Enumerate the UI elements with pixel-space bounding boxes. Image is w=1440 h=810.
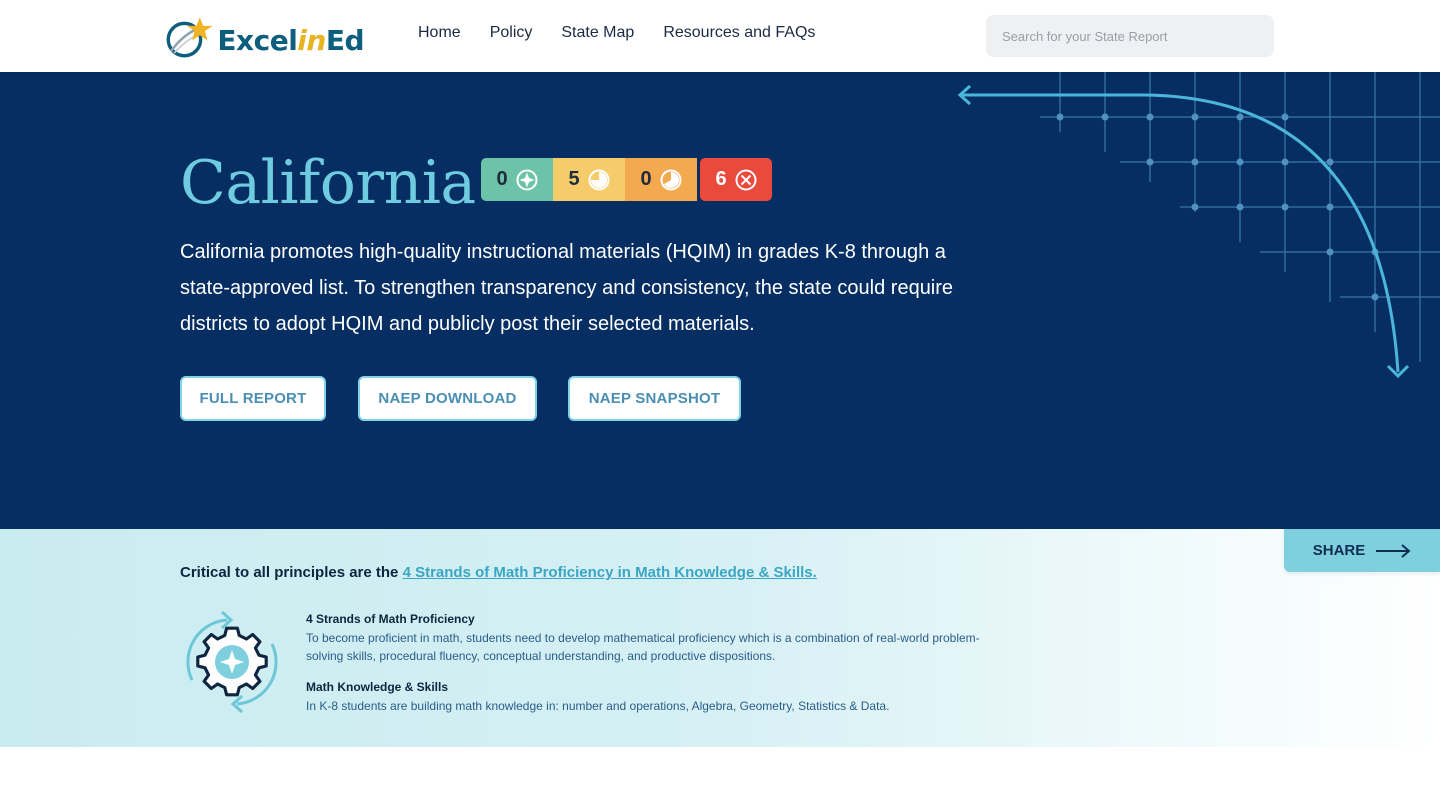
strands-info: 4 Strands of Math Proficiency To become … [306, 612, 1006, 715]
nav-resources-faqs[interactable]: Resources and FAQs [663, 24, 815, 42]
logo-text: ExcelinEd [217, 23, 364, 57]
strands-title: 4 Strands of Math Proficiency [306, 612, 475, 626]
knowledge-skills-title: Math Knowledge & Skills [306, 680, 449, 694]
badge-count: 5 [568, 168, 580, 190]
nav-policy[interactable]: Policy [490, 24, 533, 42]
share-label: SHARE [1312, 542, 1366, 559]
state-title: California [180, 148, 476, 218]
site-header: ExcelinEd Home Policy State Map Resource… [0, 0, 1440, 72]
critical-principles-text: Critical to all principles are the 4 Str… [180, 564, 817, 581]
knowledge-skills-text: In K-8 students are building math knowle… [306, 699, 890, 713]
pie-half-icon [660, 169, 682, 190]
rating-badges: 0 5 0 6 [481, 158, 772, 201]
badge-limited[interactable]: 0 [625, 158, 697, 201]
pie-three-quarter-icon [588, 169, 610, 190]
state-report-search-input[interactable] [986, 15, 1274, 57]
compass-icon [516, 169, 538, 190]
nav-state-map[interactable]: State Map [561, 24, 634, 42]
logo-star-icon [166, 17, 213, 58]
state-hero: California 0 5 0 6 California promotes h… [0, 72, 1440, 529]
badge-count: 6 [715, 168, 727, 190]
strands-text: To become proficient in math, students n… [306, 631, 980, 663]
naep-snapshot-button[interactable]: NAEP SNAPSHOT [568, 376, 741, 421]
decorative-grid-arrow [957, 72, 1440, 379]
math-strands-section: SHARE Critical to all principles are the… [0, 529, 1440, 747]
badge-count: 0 [496, 168, 508, 190]
share-button[interactable]: SHARE [1284, 529, 1440, 572]
nav-home[interactable]: Home [418, 24, 461, 42]
full-report-button[interactable]: FULL REPORT [180, 376, 326, 421]
math-strands-link[interactable]: 4 Strands of Math Proficiency in Math Kn… [403, 564, 817, 581]
badge-strong[interactable]: 0 [481, 158, 553, 201]
naep-download-button[interactable]: NAEP DOWNLOAD [358, 376, 537, 421]
main-nav: Home Policy State Map Resources and FAQs [418, 24, 815, 42]
arrow-right-icon [1376, 543, 1411, 558]
badge-count: 0 [640, 168, 652, 190]
badge-not-met[interactable]: 6 [700, 158, 772, 201]
gear-cycle-icon [186, 610, 278, 714]
x-circle-icon [735, 169, 757, 190]
state-summary: California promotes high-quality instruc… [180, 241, 954, 335]
excelined-logo[interactable]: ExcelinEd [164, 12, 365, 62]
badge-partial[interactable]: 5 [553, 158, 625, 201]
